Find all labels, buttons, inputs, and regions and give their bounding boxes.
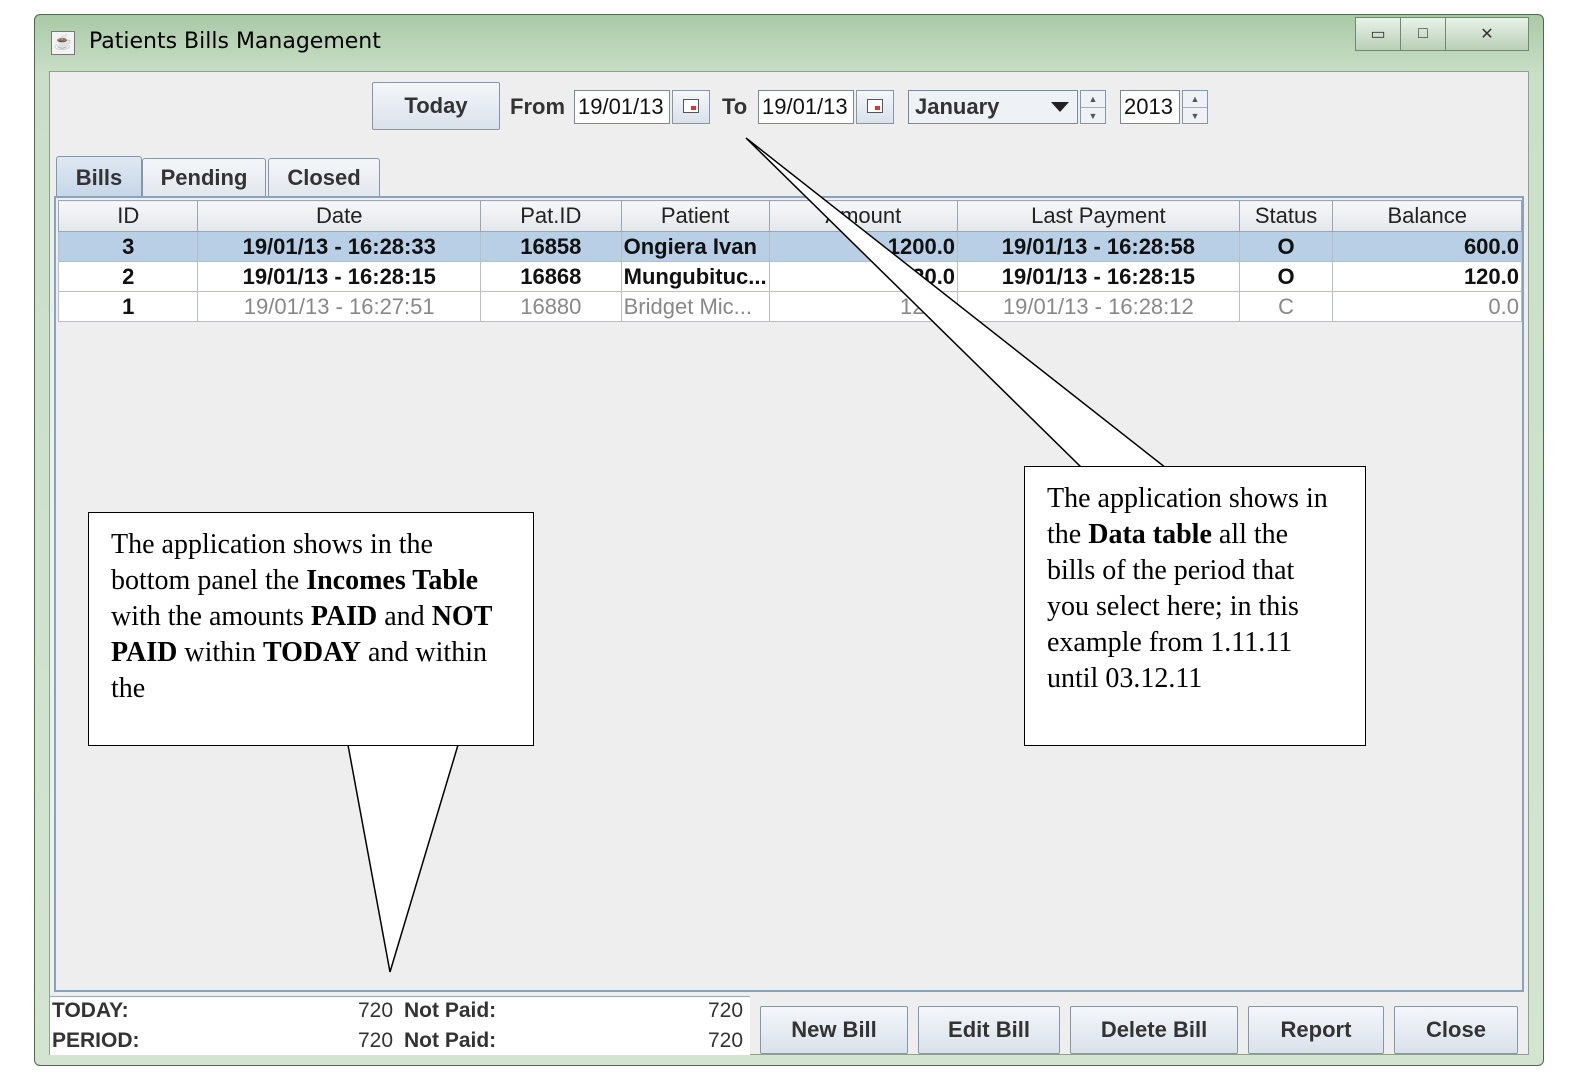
callout-bold-text: Data table — [1088, 519, 1212, 550]
callout-bold-text: PAID — [310, 601, 378, 632]
callout-bold-text: Incomes Table — [306, 565, 479, 596]
data-table-callout: The application shows in the Data table … — [1024, 466, 1366, 746]
callout-bold-text: TODAY — [262, 637, 361, 668]
callout-text: within — [177, 637, 263, 668]
incomes-table-callout: The application shows in the bottom pane… — [88, 512, 534, 746]
callout-text: with the amounts — [111, 601, 311, 632]
callout-text: and — [377, 601, 432, 632]
left-callout-pointer — [347, 744, 460, 973]
right-callout-pointer — [745, 137, 1169, 469]
